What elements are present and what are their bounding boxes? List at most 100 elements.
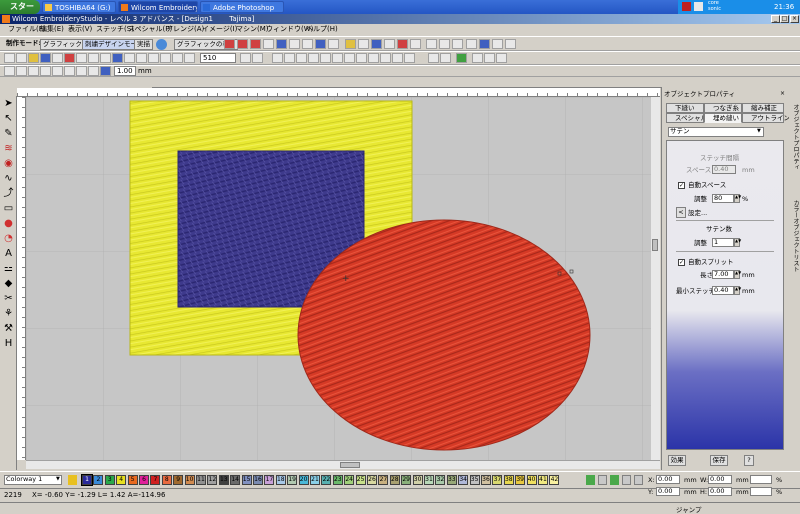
- color-tool-icon[interactable]: [397, 39, 408, 49]
- text-icon[interactable]: A: [2, 248, 15, 260]
- color-swatch[interactable]: 1: [81, 474, 93, 486]
- color-swatch[interactable]: 11: [196, 475, 206, 485]
- color-swatch[interactable]: 35: [469, 475, 480, 485]
- color-swatch[interactable]: 6: [139, 475, 149, 485]
- knife-icon[interactable]: ⚒: [2, 323, 15, 335]
- color-swatch[interactable]: 30: [412, 475, 423, 485]
- adjust-input[interactable]: 80: [712, 194, 734, 203]
- skew-icon[interactable]: [76, 66, 87, 76]
- tab-underlay[interactable]: 下縫い: [666, 103, 704, 113]
- menu-view[interactable]: 表示(V): [68, 25, 92, 34]
- trace-tool-icon[interactable]: [302, 39, 313, 49]
- color-swatch[interactable]: 7: [150, 475, 161, 485]
- side-tab-object-properties[interactable]: オブジェクトプロパティ: [791, 104, 800, 170]
- menu-help[interactable]: ヘルプ(H): [306, 25, 338, 34]
- rectangle-icon[interactable]: ▭: [2, 203, 15, 215]
- red-ellipse-object[interactable]: [297, 219, 591, 451]
- unlock-icon[interactable]: [404, 53, 415, 63]
- menu-machine[interactable]: マシン(M): [236, 25, 269, 34]
- reshape-icon[interactable]: [4, 66, 15, 76]
- side-tab-color-object-list[interactable]: カラーオブジェクトリスト: [791, 200, 800, 272]
- min-stitch-spinner[interactable]: ▲▼: [734, 286, 741, 295]
- color-swatch[interactable]: 25: [355, 475, 366, 485]
- distribute-v-icon[interactable]: [356, 53, 367, 63]
- stitch-player-icon[interactable]: [456, 53, 467, 63]
- palette-sort-icon[interactable]: [634, 475, 643, 485]
- align-left-icon[interactable]: [272, 53, 283, 63]
- cut-icon[interactable]: [64, 53, 75, 63]
- zoom-in-icon[interactable]: [240, 53, 251, 63]
- delete-icon[interactable]: [100, 53, 111, 63]
- help-button[interactable]: ?: [744, 455, 754, 466]
- fabric-tool-icon[interactable]: [358, 39, 369, 49]
- auto-space-checkbox[interactable]: ✓: [678, 182, 685, 189]
- settings-label[interactable]: 設定...: [688, 209, 707, 217]
- colorway-icon[interactable]: [68, 475, 77, 485]
- filter-tool-icon[interactable]: [479, 39, 490, 49]
- stamp-icon[interactable]: ⚘: [2, 308, 15, 320]
- hoop-tool-icon[interactable]: [410, 39, 421, 49]
- digitize-icon[interactable]: ≋: [2, 143, 15, 155]
- lock-ratio-icon[interactable]: [100, 66, 111, 76]
- zoom-box-icon[interactable]: [184, 53, 195, 63]
- color-swatch[interactable]: 36: [481, 475, 491, 485]
- tray-app-icon[interactable]: [682, 2, 691, 11]
- horizontal-scroll-thumb[interactable]: [340, 462, 360, 468]
- save-icon[interactable]: [40, 53, 51, 63]
- reshape-node-icon[interactable]: ↖: [2, 113, 15, 125]
- settings-expand-button[interactable]: <: [676, 207, 686, 218]
- anchor-tool-icon[interactable]: [492, 39, 503, 49]
- maximize-button[interactable]: □: [780, 15, 789, 23]
- show-icon[interactable]: [428, 53, 439, 63]
- color-swatch[interactable]: 23: [332, 475, 343, 485]
- scissors-icon[interactable]: ✂: [2, 293, 15, 305]
- tab-outline[interactable]: アウトライン: [742, 113, 790, 123]
- color-swatch[interactable]: 28: [389, 475, 400, 485]
- pen-icon[interactable]: ✎: [2, 128, 15, 140]
- ungroup-icon[interactable]: [380, 53, 391, 63]
- zoom-out-icon[interactable]: [252, 53, 263, 63]
- hand-icon[interactable]: [160, 53, 171, 63]
- color-swatch[interactable]: 24: [344, 475, 355, 485]
- rotate-right-icon[interactable]: [52, 66, 63, 76]
- color-swatch[interactable]: 5: [127, 475, 138, 485]
- check-tool-icon[interactable]: [439, 39, 450, 49]
- tatami-tool-icon[interactable]: [250, 39, 261, 49]
- mirror-v-icon[interactable]: [28, 66, 39, 76]
- length-input[interactable]: 7.00: [712, 270, 734, 279]
- adjust-spinner[interactable]: ▲▼: [734, 194, 741, 203]
- adjust2-spinner[interactable]: ▲▼: [734, 238, 741, 247]
- globe-icon[interactable]: [156, 39, 167, 50]
- grid-tool-icon[interactable]: [371, 39, 382, 49]
- adjust2-input[interactable]: 1: [712, 238, 734, 247]
- auto-split-checkbox[interactable]: ✓: [678, 259, 685, 266]
- backtrack-icon[interactable]: ⤴: [2, 188, 15, 200]
- panel-close-icon[interactable]: ×: [780, 91, 787, 98]
- table-tool-icon[interactable]: [384, 39, 395, 49]
- stitch-type-select[interactable]: サテン: [668, 127, 764, 137]
- taskbar-item-wilcom[interactable]: Wilcom EmbroideryS...: [118, 1, 198, 13]
- save-button[interactable]: 保存: [710, 455, 728, 466]
- color-swatch[interactable]: 32: [435, 475, 446, 485]
- menu-image[interactable]: イメージ(I): [202, 25, 237, 34]
- monogram-tool-icon[interactable]: [328, 39, 339, 49]
- settings-icon[interactable]: [496, 53, 507, 63]
- zoom-icon[interactable]: [172, 53, 183, 63]
- image-tool-icon[interactable]: [315, 39, 326, 49]
- vertical-scrollbar[interactable]: [651, 97, 660, 460]
- menu-arrange[interactable]: アレンジ(A): [166, 25, 204, 34]
- scale-icon[interactable]: [88, 66, 99, 76]
- palette-edit-icon[interactable]: [598, 475, 607, 485]
- color-swatch[interactable]: 8: [161, 475, 172, 485]
- applique-tool-icon[interactable]: [345, 39, 356, 49]
- palette-add-icon[interactable]: [610, 475, 619, 485]
- color-swatch[interactable]: 26: [367, 475, 377, 485]
- color-swatch[interactable]: 15: [241, 475, 252, 485]
- bold-tool-icon[interactable]: [466, 39, 477, 49]
- chevron-down-icon[interactable]: ▼: [56, 476, 60, 482]
- mirror-h-icon[interactable]: [16, 66, 27, 76]
- color-swatch[interactable]: 4: [116, 475, 127, 485]
- column-icon[interactable]: ◉: [2, 158, 15, 170]
- color-swatch[interactable]: 41: [538, 475, 548, 485]
- h-percent-input[interactable]: [750, 487, 772, 496]
